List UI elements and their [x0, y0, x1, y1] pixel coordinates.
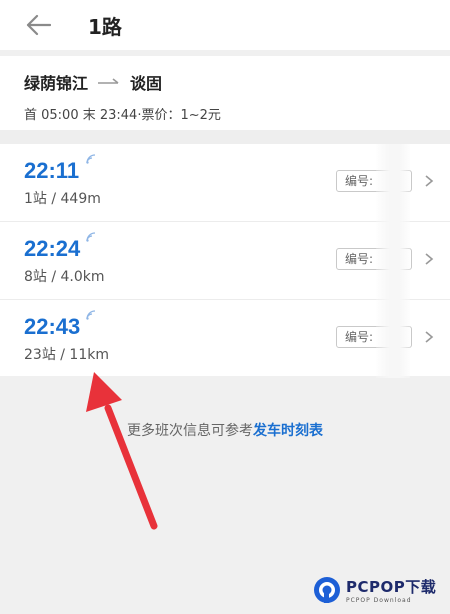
blurred-region	[376, 222, 410, 300]
realtime-signal-icon	[86, 154, 96, 164]
more-schedule-text: 更多班次信息可参考	[127, 423, 253, 439]
realtime-signal-icon	[86, 310, 96, 320]
back-button[interactable]	[14, 5, 62, 45]
page-title: 1路	[88, 14, 122, 39]
blurred-region	[376, 144, 410, 222]
bus-list: 22:11 1站 / 449m 编号: 22:24 8站 / 4.0km 编号:…	[0, 144, 450, 378]
chevron-right-icon	[425, 331, 434, 343]
chevron-right-icon	[425, 253, 434, 265]
watermark-subtext: PCPOP Download	[346, 597, 412, 604]
arrow-left-icon	[26, 14, 51, 36]
realtime-signal-icon	[86, 232, 96, 242]
route-name: 绿荫锦江 谈固	[24, 70, 450, 94]
route-from: 绿荫锦江	[24, 74, 89, 93]
pcpop-logo-icon	[314, 577, 340, 603]
chevron-right-icon	[425, 175, 434, 187]
watermark: PCPOP下载 PCPOP Download	[312, 570, 448, 610]
route-schedule: 首 05:00 末 23:44·票价：1~2元	[24, 108, 221, 123]
arrival-time: 22:11	[24, 158, 80, 183]
bus-row[interactable]: 22:24 8站 / 4.0km 编号:	[0, 222, 450, 300]
stops-distance: 23站 / 11km	[24, 347, 109, 363]
top-bar: 1路	[0, 0, 450, 50]
route-to: 谈固	[130, 74, 163, 93]
timetable-link[interactable]: 发车时刻表	[253, 423, 323, 439]
arrival-time: 22:43	[24, 314, 81, 339]
blurred-region	[376, 300, 410, 378]
more-schedule-note: 更多班次信息可参考发车时刻表	[0, 420, 450, 440]
route-info: 绿荫锦江 谈固 首 05:00 末 23:44·票价：1~2元	[0, 56, 450, 130]
bus-row[interactable]: 22:11 1站 / 449m 编号:	[0, 144, 450, 222]
watermark-text: PCPOP下载	[346, 578, 437, 596]
bus-row[interactable]: 22:43 23站 / 11km 编号:	[0, 300, 450, 378]
route-arrow-icon	[96, 77, 122, 87]
section-divider	[0, 130, 450, 144]
stops-distance: 1站 / 449m	[24, 191, 101, 207]
arrival-time: 22:24	[24, 236, 81, 261]
stops-distance: 8站 / 4.0km	[24, 269, 105, 285]
